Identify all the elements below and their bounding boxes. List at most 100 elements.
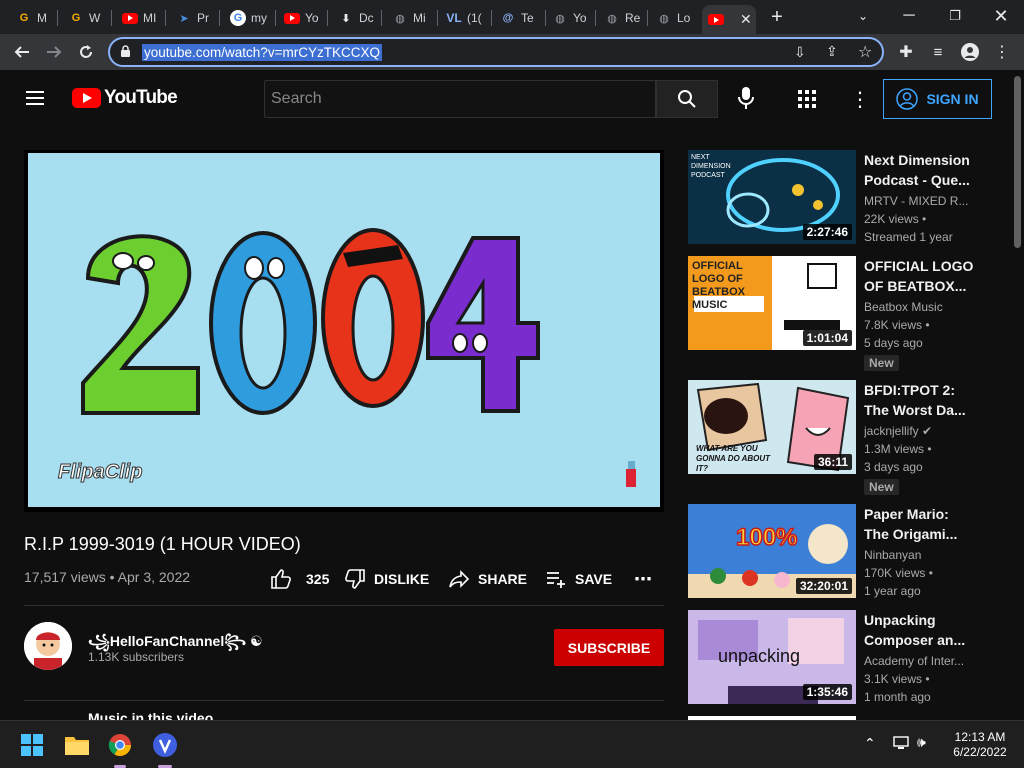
tab-label: Mi <box>413 11 426 25</box>
settings-more-icon[interactable]: ⋮ <box>850 87 870 112</box>
youtube-logo[interactable]: YouTube <box>72 87 178 109</box>
more-actions-icon[interactable]: ⋯ <box>634 567 652 591</box>
new-tab-icon[interactable]: + <box>766 6 788 28</box>
thumbs-down-icon <box>345 569 365 589</box>
video-thumbnail[interactable]: unpacking 1:35:46 <box>688 610 856 704</box>
close-tab-icon[interactable]: ✕ <box>740 11 752 28</box>
tab-label: Yo <box>305 11 319 25</box>
browser-tab[interactable]: Yo <box>278 5 328 31</box>
recommended-video[interactable]: unpacking 1:35:46 Unpacking Composer an..… <box>688 610 988 706</box>
video-thumbnail[interactable]: NEXT DIMENSION PODCAST 2:27:46 <box>688 150 856 244</box>
restore-icon[interactable]: ❐ <box>932 0 978 32</box>
verified-icon: ✔ <box>922 424 933 438</box>
windows-start-icon[interactable] <box>16 729 48 761</box>
divider <box>24 700 664 701</box>
video-title[interactable]: Unpacking Composer an... <box>864 610 976 650</box>
hamburger-menu-icon[interactable] <box>24 88 48 113</box>
globe-icon: ◍ <box>395 12 405 25</box>
video-title[interactable]: Paper Mario: The Origami... <box>864 504 976 544</box>
apps-grid-icon[interactable] <box>797 89 817 114</box>
channel-avatar[interactable] <box>24 622 72 670</box>
reload-icon[interactable] <box>72 38 100 66</box>
channel-name[interactable]: Ninbanyan <box>864 548 976 562</box>
media-control-icon[interactable]: ≡ <box>924 38 952 66</box>
browser-tab[interactable]: G M <box>10 5 58 31</box>
lock-icon[interactable] <box>120 45 131 63</box>
tab-search-icon[interactable]: ⌄ <box>840 0 886 32</box>
new-badge: New <box>864 355 899 371</box>
video-title[interactable]: BFDI:TPOT 2: The Worst Da... <box>864 380 976 420</box>
chrome-icon[interactable] <box>104 729 136 761</box>
vpn-app-icon[interactable] <box>149 729 181 761</box>
clock-date: 6/22/2022 <box>953 745 1007 759</box>
channel-name[interactable]: jacknjellify ✔ <box>864 424 976 438</box>
like-button[interactable]: 325 <box>270 567 329 591</box>
browser-tab[interactable]: G W <box>62 5 112 31</box>
recommended-video[interactable]: WHAT ARE YOU GONNA DO ABOUT IT? 36:11 BF… <box>688 380 988 495</box>
save-label: SAVE <box>575 571 613 587</box>
profile-icon[interactable] <box>956 38 984 66</box>
video-thumbnail[interactable]: 100% 32:20:01 <box>688 504 856 598</box>
video-thumbnail[interactable]: WHAT ARE YOU GONNA DO ABOUT IT? 36:11 <box>688 380 856 474</box>
minimize-icon[interactable]: ─ <box>886 0 932 32</box>
close-window-icon[interactable]: ✕ <box>978 0 1024 32</box>
browser-tab[interactable]: MI <box>116 5 166 31</box>
dislike-button[interactable]: DISLIKE <box>344 567 429 591</box>
browser-tab[interactable]: @ Te <box>494 5 546 31</box>
channel-name[interactable]: MRTV - MIXED R... <box>864 194 976 208</box>
browser-tab[interactable]: G my <box>224 5 276 31</box>
forward-icon[interactable] <box>40 38 68 66</box>
recommended-video[interactable]: 100% 32:20:01 Paper Mario: The Origami...… <box>688 504 988 600</box>
address-bar[interactable]: youtube.com/watch?v=mrCYzTKCCXQ ⇩ ⇪ ☆ <box>108 37 884 67</box>
search-input[interactable]: Search <box>264 80 656 118</box>
video-meta: 17,517 views • Apr 3, 2022 <box>24 569 190 585</box>
video-title: R.I.P 1999-3019 (1 HOUR VIDEO) <box>24 534 301 554</box>
browser-tab[interactable]: VL (1( <box>440 5 492 31</box>
sign-in-button[interactable]: SIGN IN <box>883 79 992 119</box>
share-page-icon[interactable]: ⇪ <box>826 43 838 60</box>
share-button[interactable]: SHARE <box>448 567 527 591</box>
network-icon[interactable] <box>892 735 910 756</box>
browser-tab[interactable]: ◍ Yo <box>546 5 596 31</box>
gmail-icon: G <box>19 12 29 24</box>
scrollbar-thumb[interactable] <box>1014 76 1021 248</box>
subscriber-count: 1.13K subscribers <box>88 650 185 664</box>
video-player[interactable]: FlipaClip <box>24 150 664 512</box>
browser-tab[interactable]: ⬇ Dc <box>332 5 382 31</box>
tab-label: Dc <box>359 11 374 25</box>
recommended-video[interactable]: NEXT DIMENSION PODCAST 2:27:46 Next Dime… <box>688 150 988 246</box>
tray-overflow-icon[interactable]: ⌃ <box>864 735 876 752</box>
subscribe-button[interactable]: SUBSCRIBE <box>554 629 664 666</box>
url-text[interactable]: youtube.com/watch?v=mrCYzTKCCXQ <box>142 44 382 61</box>
channel-name[interactable]: Academy of Inter... <box>864 654 976 668</box>
video-thumbnail[interactable]: OFFICIAL LOGO OF BEATBOX MUSIC 1:01:04 <box>688 256 856 350</box>
account-icon <box>896 88 919 110</box>
search-button[interactable] <box>656 80 718 118</box>
back-icon[interactable] <box>8 38 36 66</box>
page-scrollbar[interactable] <box>1012 70 1024 718</box>
save-button[interactable]: SAVE <box>545 567 612 591</box>
extensions-icon[interactable]: ✚ <box>892 38 920 66</box>
video-title[interactable]: OFFICIAL LOGO OF BEATBOX... <box>864 256 976 296</box>
view-count: 3.1K views • <box>864 672 930 686</box>
video-duration: 2:27:46 <box>802 224 852 240</box>
video-title[interactable]: Next Dimension Podcast - Que... <box>864 150 976 190</box>
volume-icon[interactable]: 🕪 <box>917 734 926 751</box>
file-explorer-icon[interactable] <box>61 729 93 761</box>
install-app-icon[interactable]: ⇩ <box>794 44 806 61</box>
video-frame-watermark: FlipaClip <box>57 461 143 484</box>
browser-menu-icon[interactable]: ⋮ <box>988 38 1016 66</box>
browser-tab[interactable]: ◍ Mi <box>386 5 438 31</box>
browser-tab[interactable]: ◍ Re <box>598 5 648 31</box>
browser-tab[interactable]: ◍ Lo <box>650 5 700 31</box>
channel-name[interactable]: Beatbox Music <box>864 300 976 314</box>
bookmark-star-icon[interactable]: ☆ <box>858 42 872 62</box>
youtube-icon <box>708 14 724 25</box>
recommended-video[interactable]: OFFICIAL LOGO OF BEATBOX MUSIC 1:01:04 O… <box>688 256 988 371</box>
browser-tab[interactable]: ➤ Pr <box>170 5 220 31</box>
voice-search-icon[interactable] <box>736 86 756 115</box>
video-duration: 1:01:04 <box>802 330 852 346</box>
browser-tab-active[interactable]: ✕ <box>702 5 756 34</box>
like-count: 325 <box>306 571 330 587</box>
system-clock[interactable]: 12:13 AM 6/22/2022 <box>940 730 1020 760</box>
